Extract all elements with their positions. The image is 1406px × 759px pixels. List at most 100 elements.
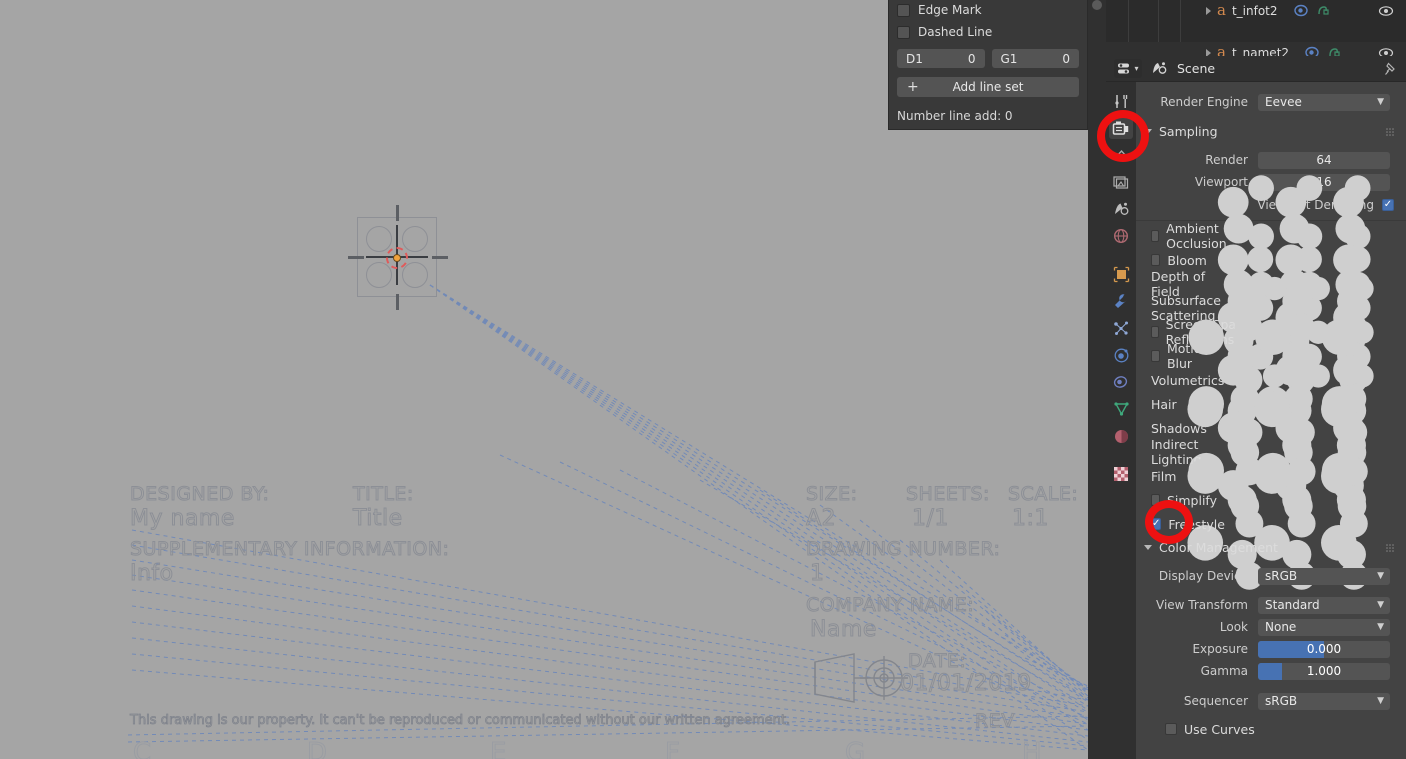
- outliner-row[interactable]: a t_namet2: [1106, 42, 1406, 56]
- edge-letter: C: [132, 738, 152, 759]
- view-layer-images-icon: [1112, 176, 1128, 189]
- drag-dots-icon[interactable]: [1386, 543, 1396, 552]
- outliner-item-label: t_infot2: [1231, 3, 1278, 18]
- g1-label: G1: [1000, 51, 1018, 66]
- tab-output[interactable]: [1109, 144, 1133, 166]
- edge-mark-checkbox[interactable]: [897, 3, 910, 17]
- sampling-render-row: Render 64: [1136, 149, 1406, 171]
- tab-tool[interactable]: [1109, 90, 1133, 112]
- section-label: Freestyle: [1168, 516, 1225, 532]
- tab-physics[interactable]: [1109, 344, 1133, 366]
- gamma-slider[interactable]: 1.000: [1258, 662, 1390, 680]
- section-freestyle[interactable]: Freestyle: [1136, 457, 1406, 591]
- look-label: Look: [1219, 620, 1248, 634]
- outliner-row[interactable]: a t_infot2: [1106, 0, 1406, 21]
- expand-triangle-icon[interactable]: [1206, 48, 1211, 56]
- collapse-triangle-icon[interactable]: [1144, 129, 1152, 134]
- chevron-down-icon: ▾: [1134, 64, 1139, 73]
- texture-checker-icon: [1114, 467, 1128, 481]
- properties-editor[interactable]: ▾ Scene Render Engine Eevee ▼ Sampling R…: [1106, 56, 1406, 759]
- tab-object[interactable]: [1109, 263, 1133, 285]
- scene-icon: [1153, 62, 1167, 74]
- add-line-set-button[interactable]: + Add line set: [897, 77, 1079, 97]
- modifier-icon[interactable]: [1327, 46, 1340, 56]
- look-row: Look None ▼: [1136, 616, 1406, 638]
- tab-world[interactable]: [1109, 225, 1133, 247]
- display-device-value: sRGB: [1265, 569, 1298, 583]
- sampling-render-value: 64: [1316, 153, 1332, 167]
- look-dropdown[interactable]: None ▼: [1258, 618, 1390, 636]
- modifier-icon[interactable]: [1316, 4, 1329, 17]
- d1-label: D1: [906, 51, 923, 66]
- tool-icon: [1114, 94, 1127, 108]
- tab-constraints[interactable]: [1109, 371, 1133, 393]
- freestyle-line-set-popover[interactable]: Edge Mark Dashed Line D1 0 G1 0 + Add li…: [888, 0, 1088, 130]
- drawing-number-value: 1: [810, 561, 825, 587]
- editor-type-button[interactable]: ▾: [1114, 59, 1142, 78]
- use-curves-checkbox[interactable]: [1165, 723, 1177, 735]
- properties-editor-icon: [1118, 63, 1130, 74]
- section-label: Simplify: [1166, 492, 1217, 508]
- pin-icon[interactable]: [1384, 62, 1398, 76]
- render-engine-row: Render Engine Eevee ▼: [1136, 91, 1406, 113]
- exposure-slider[interactable]: 0.000: [1258, 640, 1390, 658]
- display-device-row: Display Device sRGB ▼: [1136, 565, 1406, 587]
- d1-field[interactable]: D1 0: [897, 49, 985, 68]
- plus-icon: +: [907, 79, 919, 95]
- bloom-checkbox[interactable]: [1151, 254, 1161, 266]
- date-value: 01/01/2019: [900, 671, 1032, 697]
- object-axis-tick: [432, 256, 448, 259]
- 3d-cursor[interactable]: [386, 247, 408, 269]
- dashed-line-checkbox[interactable]: [897, 25, 910, 39]
- sampling-render-field[interactable]: 64: [1258, 151, 1390, 169]
- ambient-occlusion-checkbox[interactable]: [1151, 230, 1160, 242]
- eye-icon[interactable]: [1378, 5, 1394, 17]
- object-data-icon[interactable]: [1293, 4, 1309, 17]
- size-label: SIZE:: [806, 483, 858, 506]
- g1-value: 0: [1062, 51, 1070, 66]
- gamma-row: Gamma 1.000: [1136, 660, 1406, 682]
- tab-modifiers[interactable]: [1109, 290, 1133, 312]
- properties-tab-strip[interactable]: [1106, 82, 1136, 759]
- eye-icon[interactable]: [1378, 47, 1394, 57]
- blender-window: DESIGNED BY: My name TITLE: Title SUPPLE…: [0, 0, 1406, 759]
- dash-gap-fields: D1 0 G1 0: [897, 49, 1079, 68]
- tab-particles[interactable]: [1109, 317, 1133, 339]
- particles-icon: [1113, 321, 1128, 335]
- tab-texture[interactable]: [1109, 463, 1133, 485]
- edge-mark-row[interactable]: Edge Mark: [897, 0, 1079, 21]
- render-engine-dropdown[interactable]: Eevee ▼: [1258, 93, 1390, 111]
- outliner-editor[interactable]: a t_infot2 a t_namet2: [1106, 0, 1406, 56]
- drag-dots-icon[interactable]: [1386, 127, 1396, 136]
- g1-field[interactable]: G1 0: [991, 49, 1079, 68]
- tab-view-layer[interactable]: [1109, 171, 1133, 193]
- sampling-render-label: Render: [1205, 153, 1248, 167]
- color-management-section-header[interactable]: Color Management: [1136, 536, 1406, 559]
- sequencer-dropdown[interactable]: sRGB ▼: [1258, 692, 1390, 710]
- display-device-dropdown[interactable]: sRGB ▼: [1258, 567, 1390, 585]
- tab-render[interactable]: [1109, 117, 1133, 139]
- motion-blur-checkbox[interactable]: [1151, 350, 1160, 362]
- simplify-checkbox[interactable]: [1151, 494, 1160, 506]
- collapse-triangle-icon[interactable]: [1144, 545, 1152, 550]
- drawing-number-label: DRAWING NUMBER:: [805, 538, 1001, 561]
- tab-material[interactable]: [1109, 425, 1133, 447]
- expand-triangle-icon[interactable]: [1206, 6, 1211, 15]
- use-curves-row[interactable]: Use Curves: [1136, 717, 1406, 741]
- sequencer-value: sRGB: [1265, 694, 1298, 708]
- scrollbar-thumb[interactable]: [1092, 0, 1102, 10]
- color-management-title: Color Management: [1159, 540, 1278, 555]
- tab-data[interactable]: [1109, 398, 1133, 420]
- screen-space-reflections-checkbox[interactable]: [1151, 326, 1159, 338]
- viewport-scrollbar[interactable]: [1088, 0, 1106, 759]
- tab-scene[interactable]: [1109, 198, 1133, 220]
- designed-by-label: DESIGNED BY:: [129, 483, 270, 506]
- dashed-line-label: Dashed Line: [918, 25, 993, 39]
- dashed-line-row[interactable]: Dashed Line: [897, 21, 1079, 43]
- sampling-section-header[interactable]: Sampling: [1136, 120, 1406, 143]
- object-data-icon[interactable]: [1305, 46, 1320, 56]
- object-axis-tick: [396, 205, 399, 221]
- freestyle-checkbox[interactable]: [1151, 518, 1162, 530]
- render-engine-value: Eevee: [1265, 95, 1302, 109]
- view-transform-dropdown[interactable]: Standard ▼: [1258, 596, 1390, 614]
